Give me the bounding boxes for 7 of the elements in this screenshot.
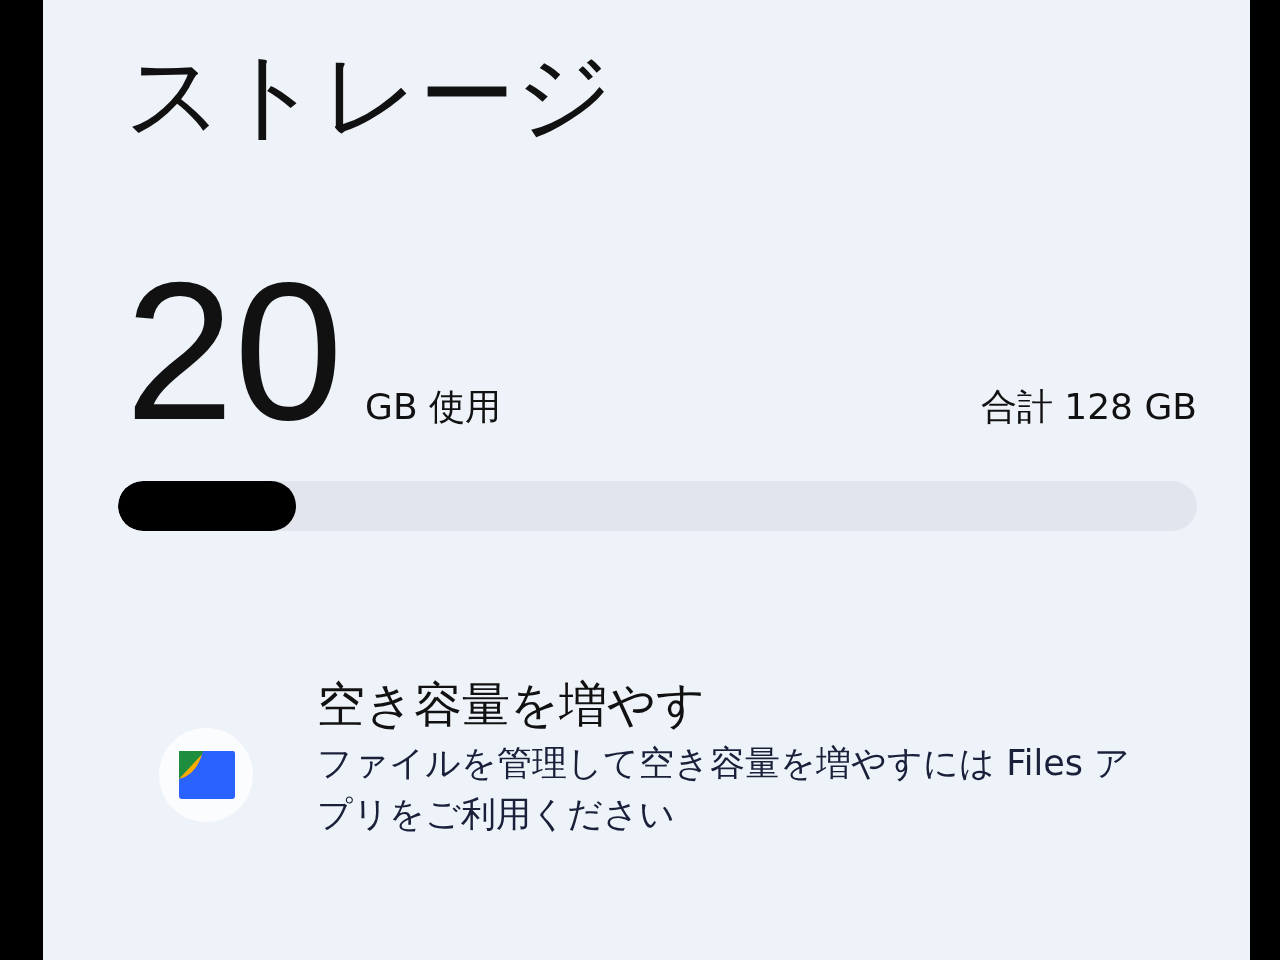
free-up-space-item[interactable]: 空き容量を増やす ファイルを管理して空き容量を増やすには Files アプリをご利用ください bbox=[159, 670, 1197, 840]
used-label: GB 使用 bbox=[365, 385, 502, 430]
total-capacity: 合計 128 GB bbox=[980, 385, 1197, 430]
suggestion-title: 空き容量を増やす bbox=[317, 674, 706, 734]
suggestion-description: ファイルを管理して空き容量を増やすには Files アプリをご利用ください bbox=[317, 741, 1132, 836]
used-amount: 20 bbox=[125, 269, 343, 436]
page-title: ストレージ bbox=[125, 38, 614, 153]
